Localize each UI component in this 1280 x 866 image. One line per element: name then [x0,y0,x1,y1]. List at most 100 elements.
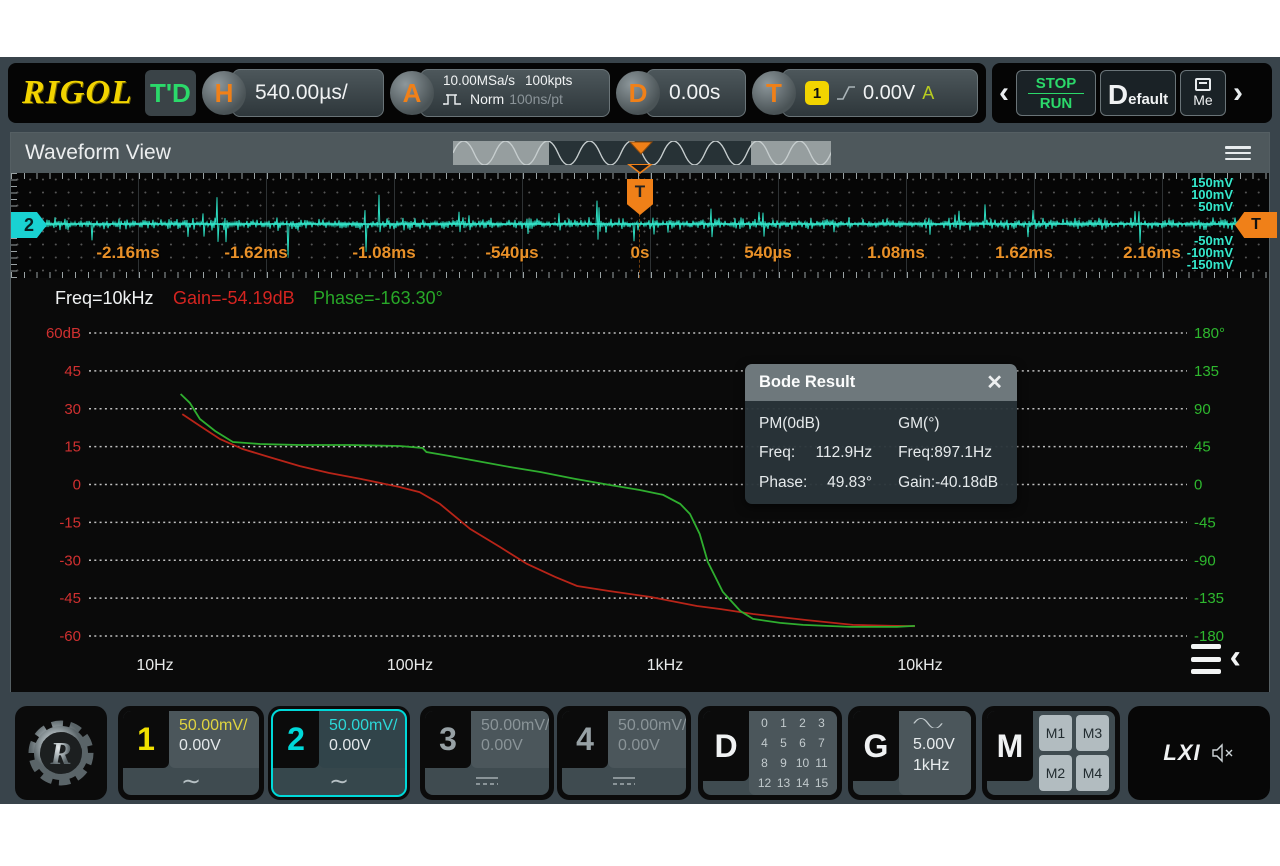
settings-gear-button[interactable]: R [15,706,107,800]
memory-depth: 100kpts [525,73,572,89]
channel1-scale: 50.00mV/ [179,716,259,736]
gain-axis-tick: 60dB [46,325,81,342]
stop-run-button[interactable]: STOP RUN [1016,70,1096,116]
digital-channel-6: 6 [793,736,812,750]
digital-channels-block[interactable]: D 0123456789101112131415 [698,706,842,800]
channel2-number: 2 [273,711,319,768]
acquire-mode: Norm [470,89,504,109]
waveform-strip[interactable]: T 2 T 150mV100mV50mV-50mV-100mV-150mV -2… [11,173,1269,278]
rigol-logo: RIGOL [16,74,139,112]
gain-axis-tick: -60 [59,628,81,645]
pm-phase-value: 49.83° [827,474,872,492]
math-m2-button[interactable]: M2 [1039,755,1072,791]
channel1-number: 1 [123,711,169,768]
toolbar-left: RIGOL T'D H 540.00µs/ A 10.00MSa/s 100kp… [8,63,986,123]
time-axis-label: 0s [631,243,650,263]
digital-channel-10: 10 [793,756,812,770]
trigger-status-button[interactable]: T'D [145,70,196,116]
timebase-value[interactable]: 540.00µs/ [232,69,384,117]
channel3-scale: 50.00mV/ [481,716,549,736]
oscilloscope-screen: RIGOL T'D H 540.00µs/ A 10.00MSa/s 100kp… [0,57,1280,804]
waveform-view-panel: Waveform View T 2 T 150mV100mV50mV-50mV-… [10,132,1270,692]
popup-titlebar[interactable]: Bode Result ✕ [745,364,1017,401]
default-button[interactable]: D efault [1100,70,1176,116]
channel3-block[interactable]: 3 50.00mV/ 0.00V [420,706,554,800]
digital-channel-0: 0 [755,716,774,730]
gm-header: GM(°) [898,415,1003,433]
phase-axis-tick: 90 [1194,401,1211,418]
trigger-position-triangle[interactable] [627,164,653,174]
channel3-number: 3 [425,711,471,768]
generator-block[interactable]: G 5.00V 1kHz [848,706,976,800]
toolbar-next-arrow[interactable]: › [1230,76,1246,110]
trigger-source-badge: 1 [805,81,829,105]
bode-plot-area: Freq=10kHz Gain=-54.19dB Phase=-163.30° … [11,278,1269,692]
time-axis-label: 540µs [744,243,792,263]
svg-text:R: R [49,735,71,771]
menu-hamburger-icon[interactable] [1225,146,1251,160]
digital-channel-13: 13 [774,776,793,790]
digital-channel-12: 12 [755,776,774,790]
acquire-panel[interactable]: 10.00MSa/s 100kpts Norm 100ns/pt [420,69,610,117]
menu-button[interactable]: Me [1180,70,1226,116]
trigger-panel[interactable]: 1 0.00V A [782,69,978,117]
gain-axis-tick: -30 [59,552,81,569]
delay-knob-icon[interactable]: D [616,71,660,115]
speaker-muted-icon[interactable] [1211,743,1235,763]
channel1-block[interactable]: 1 50.00mV/ 0.00V ∼ [118,706,264,800]
acquire-knob-icon[interactable]: A [390,71,434,115]
collapse-menu-icon[interactable]: ‹ [1191,642,1241,676]
math-label: M [987,711,1033,781]
time-axis-label: -1.62ms [224,243,287,263]
freq-axis-tick: 100Hz [387,657,433,674]
gear-icon: R [25,717,97,789]
time-axis-label: 1.62ms [995,243,1053,263]
phase-axis-tick: -45 [1194,514,1216,531]
delay-value[interactable]: 0.00s [646,69,746,117]
gain-axis-tick: 0 [73,477,81,494]
math-m4-button[interactable]: M4 [1076,755,1109,791]
math-m1-button[interactable]: M1 [1039,715,1072,751]
dc-coupling-icon [613,777,635,787]
acquire-group[interactable]: A 10.00MSa/s 100kpts Norm 100ns/pt [390,68,610,118]
close-icon[interactable]: ✕ [986,370,1003,395]
phase-axis-tick: 45 [1194,439,1211,456]
stop-run-divider [1028,93,1084,94]
channel4-offset: 0.00V [618,736,686,756]
digital-channel-4: 4 [755,736,774,750]
popup-title: Bode Result [759,373,855,392]
timeline-overview[interactable] [453,141,831,165]
digital-channel-8: 8 [755,756,774,770]
lxi-label: LXI [1163,740,1200,766]
delay-group[interactable]: D 0.00s [616,68,746,118]
trigger-group[interactable]: T 1 0.00V A [752,68,978,118]
math-block[interactable]: M M1 M3 M2 M4 [982,706,1120,800]
horizontal-knob-icon[interactable]: H [202,71,246,115]
pm-header: PM(0dB) [759,415,898,433]
trigger-level: 0.00V [863,82,915,105]
digital-channel-grid: 0123456789101112131415 [749,711,837,795]
digital-channel-1: 1 [774,716,793,730]
pulse-icon [443,92,465,106]
pm-freq-value: 112.9Hz [815,444,872,462]
panel-title: Waveform View [11,141,171,165]
time-per-point: 100ns/pt [509,89,563,109]
gain-axis-tick: 30 [64,401,81,418]
bode-chart: 60dB180°451353090154500-15-45-30-90-45-1… [11,278,1269,692]
digital-channel-14: 14 [793,776,812,790]
channel4-block[interactable]: 4 50.00mV/ 0.00V [557,706,691,800]
math-m3-button[interactable]: M3 [1076,715,1109,751]
phase-axis-tick: 0 [1194,477,1202,494]
toolbar-prev-arrow[interactable]: ‹ [996,76,1012,110]
bode-result-popup: Bode Result ✕ PM(0dB) GM(°) Freq:112.9Hz… [745,364,1017,504]
trigger-knob-icon[interactable]: T [752,71,796,115]
stop-label: STOP [1036,75,1077,92]
horizontal-group[interactable]: H 540.00µs/ [202,68,384,118]
channel2-block[interactable]: 2 50.00mV/ 0.00V ∼ [268,706,410,800]
pm-phase-label: Phase: [759,474,807,492]
gain-axis-tick: -15 [59,514,81,531]
freq-axis-tick: 10kHz [897,657,942,674]
lxi-status-block[interactable]: LXI [1128,706,1270,800]
phase-axis-tick: 180° [1194,325,1225,342]
freq-axis-tick: 10Hz [136,657,173,674]
